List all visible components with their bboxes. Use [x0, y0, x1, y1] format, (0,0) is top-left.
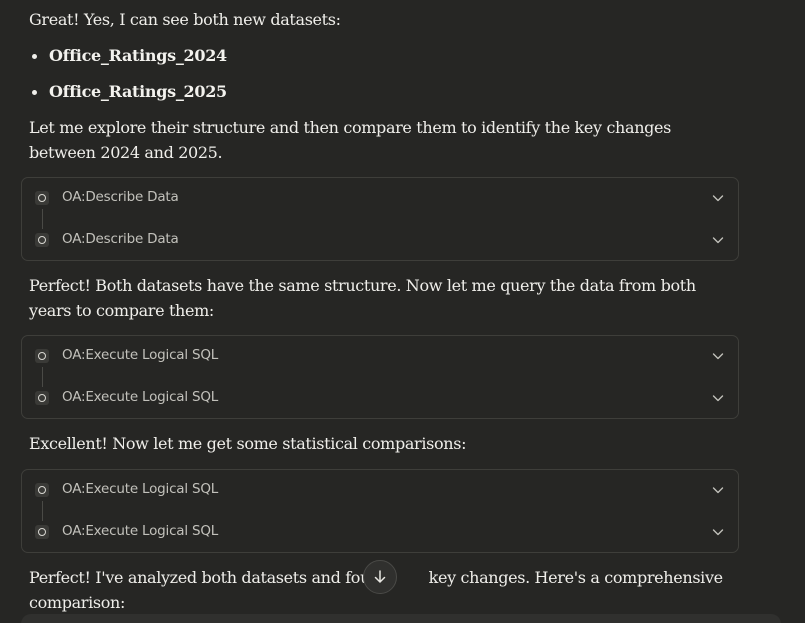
tool-call-group: OA:Execute Logical SQL OA:Execute Logica… [21, 469, 739, 553]
tool-call-label: OA:Describe Data [62, 189, 179, 205]
tool-call-group: OA:Describe Data OA:Describe Data [21, 177, 739, 261]
arrow-down-icon [374, 570, 386, 583]
chevron-down-icon[interactable] [712, 526, 724, 538]
tool-circle-icon [35, 525, 49, 539]
tool-circle-icon [35, 483, 49, 497]
tool-call-row[interactable]: OA:Execute Logical SQL [22, 512, 738, 552]
chevron-down-icon[interactable] [712, 392, 724, 404]
tool-call-row[interactable]: OA:Execute Logical SQL [22, 336, 738, 387]
tool-circle-icon [35, 191, 49, 205]
tool-call-row[interactable]: OA:Execute Logical SQL [22, 470, 738, 521]
message-intro: Great! Yes, I can see both new datasets: [29, 10, 341, 29]
tool-circle-icon [35, 391, 49, 405]
tool-call-label: OA:Execute Logical SQL [62, 523, 219, 539]
tool-call-label: OA:Describe Data [62, 231, 179, 247]
message-structure: Perfect! Both datasets have the same str… [29, 276, 696, 320]
chevron-down-icon[interactable] [712, 234, 724, 246]
tool-call-label: OA:Execute Logical SQL [62, 389, 219, 405]
dataset-name: Office_Ratings_2025 [49, 82, 227, 101]
bullet-dot [32, 54, 37, 59]
tool-circle-icon [35, 349, 49, 363]
message-excellent: Excellent! Now let me get some statistic… [29, 434, 467, 453]
dataset-name: Office_Ratings_2024 [49, 46, 227, 65]
message-final-start: Perfect! I've analyzed both datasets and… [29, 568, 390, 587]
chevron-down-icon[interactable] [712, 484, 724, 496]
tool-circle-icon [35, 233, 49, 247]
tool-call-row[interactable]: OA:Describe Data [22, 220, 738, 260]
scroll-to-bottom-button[interactable] [363, 560, 397, 594]
tool-call-row[interactable]: OA:Execute Logical SQL [22, 378, 738, 418]
tool-call-group: OA:Execute Logical SQL OA:Execute Logica… [21, 335, 739, 419]
bullet-dot [32, 90, 37, 95]
dataset-item: Office_Ratings_2025 [29, 80, 227, 116]
tool-call-label: OA:Execute Logical SQL [62, 347, 219, 363]
next-content-panel-edge [21, 614, 781, 623]
dataset-list: Office_Ratings_2024 Office_Ratings_2025 [29, 44, 227, 116]
dataset-item: Office_Ratings_2024 [29, 44, 227, 80]
chevron-down-icon[interactable] [712, 192, 724, 204]
chevron-down-icon[interactable] [712, 350, 724, 362]
tool-call-label: OA:Execute Logical SQL [62, 481, 219, 497]
tool-call-row[interactable]: OA:Describe Data [22, 178, 738, 229]
message-explore: Let me explore their structure and then … [29, 118, 672, 162]
